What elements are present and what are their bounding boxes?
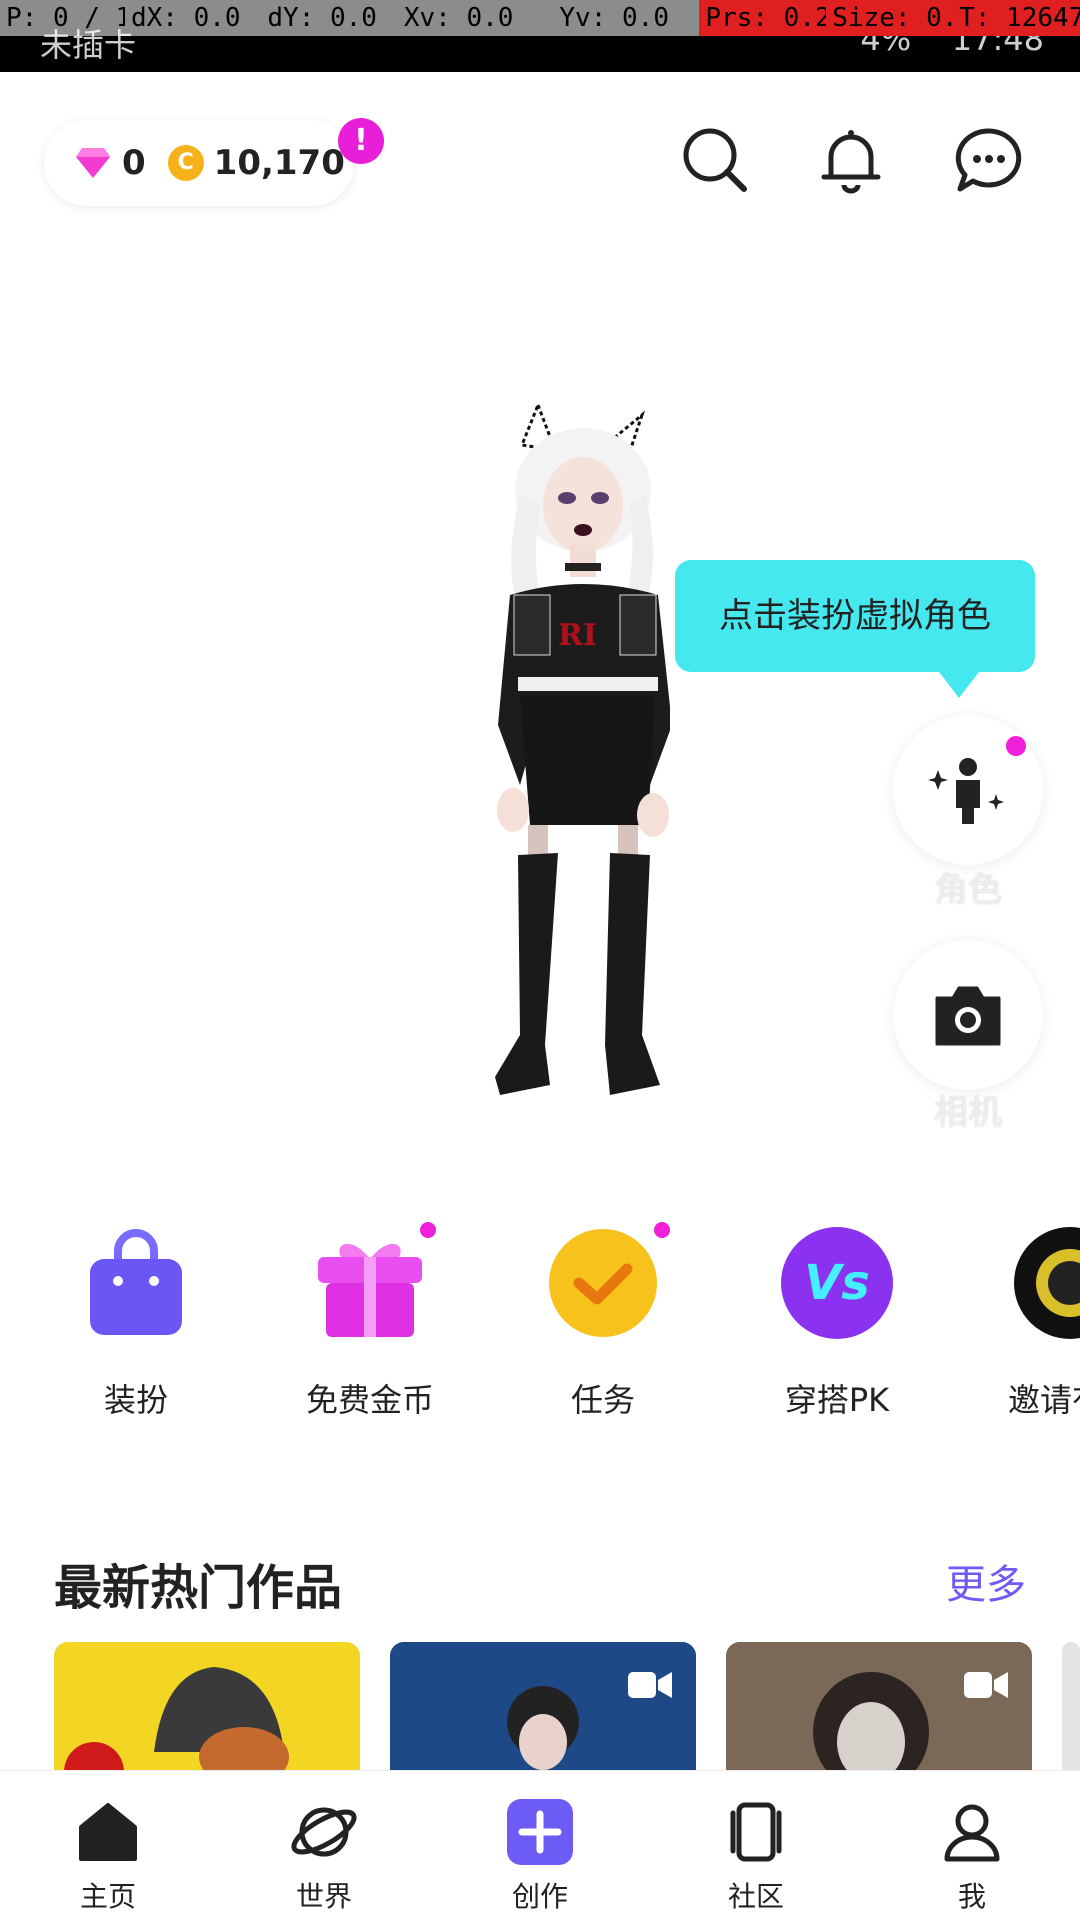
avatar-character[interactable]: RI <box>410 395 670 1105</box>
profile-icon <box>944 1804 1000 1862</box>
free-coins-notification-dot <box>420 1222 436 1238</box>
content-card[interactable] <box>54 1642 360 1772</box>
content-thumbnail <box>726 1642 1032 1772</box>
quick-menu-label: 穿搭PK <box>784 1381 890 1419</box>
nav-home[interactable]: 主页 <box>38 1799 178 1915</box>
character-notification-dot <box>1006 736 1026 756</box>
content-card[interactable] <box>390 1642 696 1772</box>
dress-up-tooltip[interactable]: 点击装扮虚拟角色 <box>675 560 1035 698</box>
check-circle-icon <box>549 1229 657 1337</box>
debug-xv: Xv: 0.0 <box>403 3 514 33</box>
more-link[interactable]: 更多 <box>946 1552 1026 1610</box>
quick-menu-invite[interactable]: 邀请有 <box>970 1225 1080 1421</box>
content-card-peek[interactable] <box>1062 1642 1080 1772</box>
nav-label: 创作 <box>511 1880 568 1913</box>
svg-text:RI: RI <box>558 618 597 653</box>
bell-icon[interactable] <box>816 125 886 195</box>
nav-label: 我 <box>957 1880 986 1913</box>
svg-text:Vs: Vs <box>804 1255 870 1311</box>
quick-menu-label: 邀请有 <box>1008 1381 1080 1419</box>
camera-button[interactable] <box>893 940 1043 1090</box>
debug-yv: Yv: 0.0 <box>559 3 669 33</box>
content-thumbnail <box>390 1642 696 1772</box>
video-icon <box>628 1672 672 1698</box>
camera-label: 相机 <box>934 1093 1002 1133</box>
shopping-bag-icon <box>90 1229 182 1335</box>
quick-menu-label: 免费金币 <box>305 1381 434 1419</box>
character-sparkle-icon <box>928 758 1004 824</box>
character-label: 角色 <box>934 870 1002 910</box>
debug-size: Size: 0.40 <box>826 0 954 36</box>
search-icon[interactable] <box>680 125 750 195</box>
status-bar: 未插卡 4% 17:48 P: 0 / 1 dX: 0.0 dY: 0.0 Xv… <box>0 0 1080 72</box>
planet-icon <box>291 1807 357 1857</box>
chat-icon[interactable] <box>954 125 1024 195</box>
diamond-count: 0 <box>122 143 146 183</box>
debug-dy: dY: 0.0 <box>267 3 377 33</box>
content-card[interactable] <box>726 1642 1032 1772</box>
gift-icon <box>318 1243 422 1337</box>
bottom-nav: 主页 世界 创作 社区 我 <box>0 1770 1080 1921</box>
quick-menu-label: 任务 <box>570 1381 635 1419</box>
quick-menu-label: 装扮 <box>103 1381 168 1419</box>
quick-menu-outfit-pk[interactable]: Vs 穿搭PK <box>737 1225 937 1421</box>
camera-icon <box>935 986 1001 1046</box>
debug-prs: Prs: 0.20 <box>699 0 827 36</box>
coin-count: 10,170 <box>213 143 345 183</box>
cards-icon <box>730 1802 782 1862</box>
nav-label: 世界 <box>295 1880 352 1913</box>
plus-icon <box>507 1799 573 1865</box>
quick-menu-free-coins[interactable]: 免费金币 <box>270 1225 470 1421</box>
currency-pill[interactable]: 0 C 10,170 <box>44 120 354 206</box>
vs-icon: Vs <box>781 1227 893 1339</box>
tasks-notification-dot <box>654 1222 670 1238</box>
debug-dx: dX: 0.0 <box>130 3 241 33</box>
video-icon <box>964 1672 1008 1698</box>
home-icon <box>79 1803 137 1861</box>
debug-p: P: 0 / 1 <box>6 3 125 33</box>
section-title: 最新热门作品 <box>54 1560 343 1616</box>
debug-overlay: P: 0 / 1 dX: 0.0 dY: 0.0 Xv: 0.0 Yv: 0.0… <box>0 0 1080 36</box>
content-thumbnail <box>64 1667 289 1772</box>
quick-menu-dress-up[interactable]: 装扮 <box>36 1225 236 1421</box>
nav-create[interactable]: 创作 <box>470 1799 610 1915</box>
nav-label: 社区 <box>727 1880 784 1913</box>
alert-badge[interactable]: ! <box>338 118 384 164</box>
quick-menu-tasks[interactable]: 任务 <box>503 1225 703 1421</box>
diamond-icon <box>76 148 110 178</box>
nav-me[interactable]: 我 <box>902 1799 1042 1915</box>
nav-label: 主页 <box>79 1880 136 1913</box>
nav-world[interactable]: 世界 <box>254 1799 394 1915</box>
invite-icon <box>1014 1227 1080 1339</box>
coin-icon: C <box>167 145 204 181</box>
nav-community[interactable]: 社区 <box>686 1799 826 1915</box>
debug-t: T: 126477 <box>953 0 1080 36</box>
